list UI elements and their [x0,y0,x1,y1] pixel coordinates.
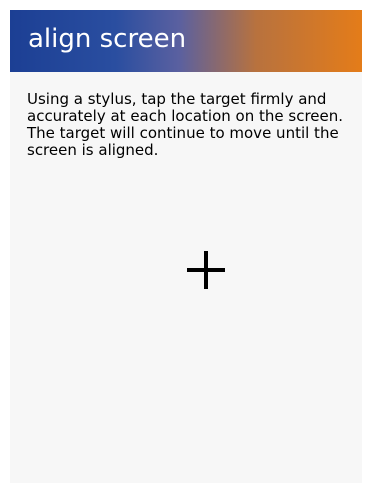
crosshair-target-icon[interactable] [186,250,226,290]
align-screen-window: align screen Using a stylus, tap the tar… [10,10,362,483]
title-bar: align screen [10,10,362,72]
page-title: align screen [28,24,187,54]
instructions-text: Using a stylus, tap the target firmly an… [27,90,344,159]
